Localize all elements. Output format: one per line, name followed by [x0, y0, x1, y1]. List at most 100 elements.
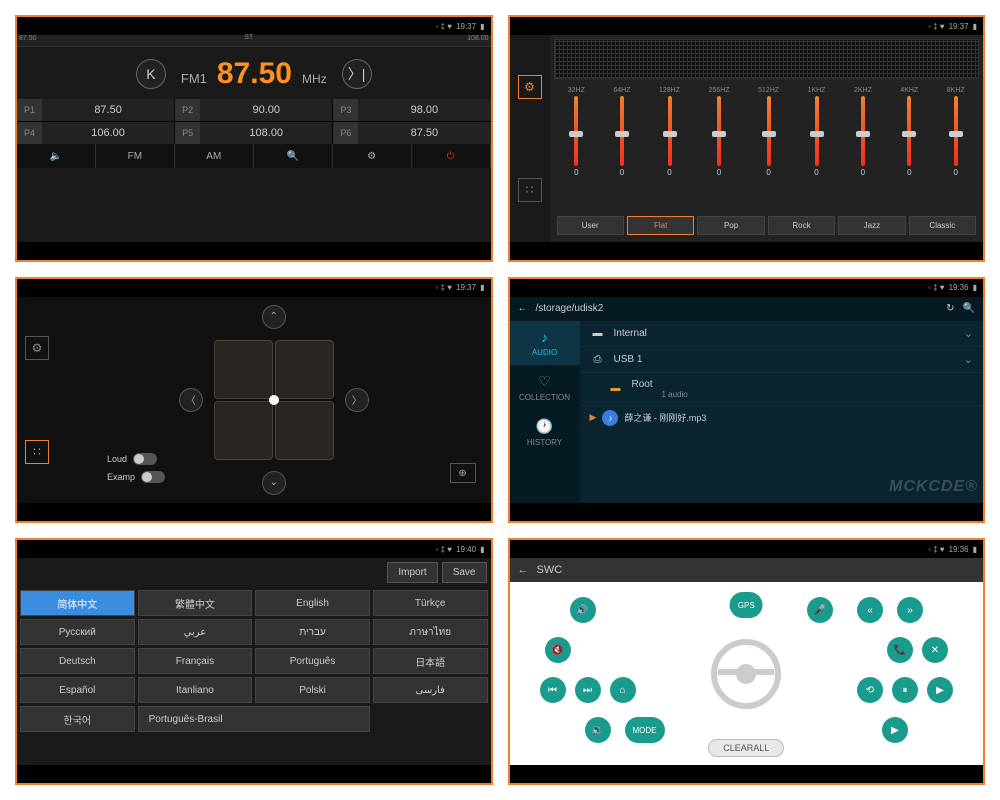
swc-pause[interactable]: ⏸	[892, 677, 918, 703]
eq-sliders-icon[interactable]: ⚙	[518, 75, 542, 99]
lang-option[interactable]: 繁體中文	[138, 590, 253, 616]
lang-option[interactable]: Português	[255, 648, 370, 674]
tab-history[interactable]: 🕐HISTORY	[510, 410, 580, 455]
status-bar: ◦ ‡ ♥19:37▮	[17, 17, 491, 35]
lang-option[interactable]: 日本語	[373, 648, 488, 674]
swc-gps[interactable]: GPS	[730, 592, 763, 618]
center-button[interactable]: ⊕	[450, 463, 476, 483]
save-button[interactable]: Save	[442, 562, 487, 583]
preset-5[interactable]: P5108.00	[175, 122, 332, 144]
examp-toggle[interactable]	[141, 471, 165, 483]
preset-4[interactable]: P4106.00	[17, 122, 174, 144]
fm-button[interactable]: FM	[96, 144, 175, 168]
bal-sliders-icon[interactable]: ⚙	[25, 336, 49, 360]
loud-toggle[interactable]	[133, 453, 157, 465]
eq-preset-pop[interactable]: Pop	[697, 216, 764, 235]
lang-option[interactable]: عربي	[138, 619, 253, 645]
clear-all-button[interactable]: CLEARALL	[708, 739, 784, 757]
lang-option[interactable]: ภาษาไทย	[373, 619, 488, 645]
eq-preset-classic[interactable]: Classic	[909, 216, 976, 235]
balance-down-button[interactable]: ⌄	[262, 471, 286, 495]
preset-3[interactable]: P398.00	[333, 99, 490, 121]
frequency-scale[interactable]: 87.50 ST 108.00	[17, 35, 491, 47]
swc-src[interactable]: ▶	[882, 717, 908, 743]
preset-2[interactable]: P290.00	[175, 99, 332, 121]
swc-mode[interactable]: MODE	[625, 717, 665, 743]
swc-seek-prev[interactable]: «	[857, 597, 883, 623]
loud-label: Loud	[107, 454, 127, 464]
swc-title: SWC	[537, 564, 563, 576]
eq-band-0[interactable]: 32HZ0	[568, 87, 585, 209]
radio-panel: ◦ ‡ ♥19:37▮ 87.50 ST 108.00 K FM1 87.50 …	[15, 15, 493, 262]
swc-prev[interactable]: ⏮	[540, 677, 566, 703]
item-internal[interactable]: ▬Internal⌄	[580, 321, 984, 347]
swc-vol-down[interactable]: 🔉	[585, 717, 611, 743]
lang-option[interactable]: Русский	[20, 619, 135, 645]
search-button[interactable]: 🔍	[254, 144, 333, 168]
power-button[interactable]: ⏻	[412, 144, 491, 168]
lang-option[interactable]: Türkçe	[373, 590, 488, 616]
balance-left-button[interactable]: 〈	[179, 388, 203, 412]
eq-band-2[interactable]: 128HZ0	[659, 87, 680, 209]
eq-band-5[interactable]: 1KHZ0	[808, 87, 826, 209]
tab-collection[interactable]: ♡COLLECTION	[510, 365, 580, 410]
swc-mic[interactable]: 🎤	[807, 597, 833, 623]
swc-answer[interactable]: 📞	[887, 637, 913, 663]
lang-option[interactable]: فارسی	[373, 677, 488, 703]
eq-preset-flat[interactable]: Flat	[627, 216, 694, 235]
prev-station-button[interactable]: K	[136, 59, 166, 89]
item-root[interactable]: ▬Root1 audio	[580, 373, 984, 406]
next-station-button[interactable]: 〉|	[342, 59, 372, 89]
now-playing[interactable]: ▶♪薛之谦 - 刚刚好.mp3	[580, 406, 984, 430]
swc-vol-up[interactable]: 🔊	[570, 597, 596, 623]
eq-band-7[interactable]: 4KHZ0	[900, 87, 918, 209]
item-usb[interactable]: ⎙USB 1⌄	[580, 347, 984, 373]
back-icon[interactable]: ←	[518, 303, 528, 314]
eq-band-1[interactable]: 64HZ0	[613, 87, 630, 209]
eq-band-8[interactable]: 8KHZ0	[947, 87, 965, 209]
lang-option[interactable]: 한국어	[20, 706, 135, 732]
refresh-icon[interactable]: ↻	[946, 303, 954, 314]
lang-option[interactable]: Español	[20, 677, 135, 703]
preset-1[interactable]: P187.50	[17, 99, 174, 121]
swc-seek-next[interactable]: »	[897, 597, 923, 623]
swc-play[interactable]: ▶	[927, 677, 953, 703]
lang-option[interactable]: Français	[138, 648, 253, 674]
eq-preset-rock[interactable]: Rock	[768, 216, 835, 235]
swc-mute[interactable]: 🔇	[545, 637, 571, 663]
lang-option[interactable]: Itanliano	[138, 677, 253, 703]
eq-band-4[interactable]: 512HZ0	[758, 87, 779, 209]
frequency-value: 87.50	[217, 57, 292, 91]
eq-preset-user[interactable]: User	[557, 216, 624, 235]
lang-option[interactable]: English	[255, 590, 370, 616]
balance-position[interactable]	[269, 395, 279, 405]
lang-option[interactable]: 简体中文	[20, 590, 135, 616]
eq-preset-jazz[interactable]: Jazz	[838, 216, 905, 235]
search-icon[interactable]: 🔍	[963, 303, 975, 314]
mute-button[interactable]: 🔈	[17, 144, 96, 168]
eq-button[interactable]: ⚙	[333, 144, 412, 168]
eq-band-6[interactable]: 2KHZ0	[854, 87, 872, 209]
eq-band-3[interactable]: 256HZ0	[709, 87, 730, 209]
lang-option[interactable]: Português-Brasil	[138, 706, 370, 732]
bal-balance-icon[interactable]: ∷	[25, 440, 49, 464]
lang-option[interactable]: Deutsch	[20, 648, 135, 674]
balance-right-button[interactable]: 〉	[345, 388, 369, 412]
swc-next[interactable]: ⏭	[575, 677, 601, 703]
balance-up-button[interactable]: ⌃	[262, 305, 286, 329]
usb-icon: ⎙	[590, 354, 606, 365]
swc-back[interactable]: ⟲	[857, 677, 883, 703]
tab-audio[interactable]: ♪AUDIO	[510, 321, 580, 365]
seat-rr	[275, 401, 334, 460]
import-button[interactable]: Import	[387, 562, 437, 583]
preset-6[interactable]: P687.50	[333, 122, 490, 144]
lang-option[interactable]: עברית	[255, 619, 370, 645]
drive-icon: ▬	[590, 328, 606, 339]
swc-home[interactable]: ⌂	[610, 677, 636, 703]
back-icon[interactable]: ←	[518, 564, 529, 576]
lang-option[interactable]: Polski	[255, 677, 370, 703]
am-button[interactable]: AM	[175, 144, 254, 168]
seat-grid[interactable]: ⌃ ⌄ 〈 〉	[214, 340, 334, 460]
swc-hangup[interactable]: ✕	[922, 637, 948, 663]
eq-balance-icon[interactable]: ∷	[518, 178, 542, 202]
